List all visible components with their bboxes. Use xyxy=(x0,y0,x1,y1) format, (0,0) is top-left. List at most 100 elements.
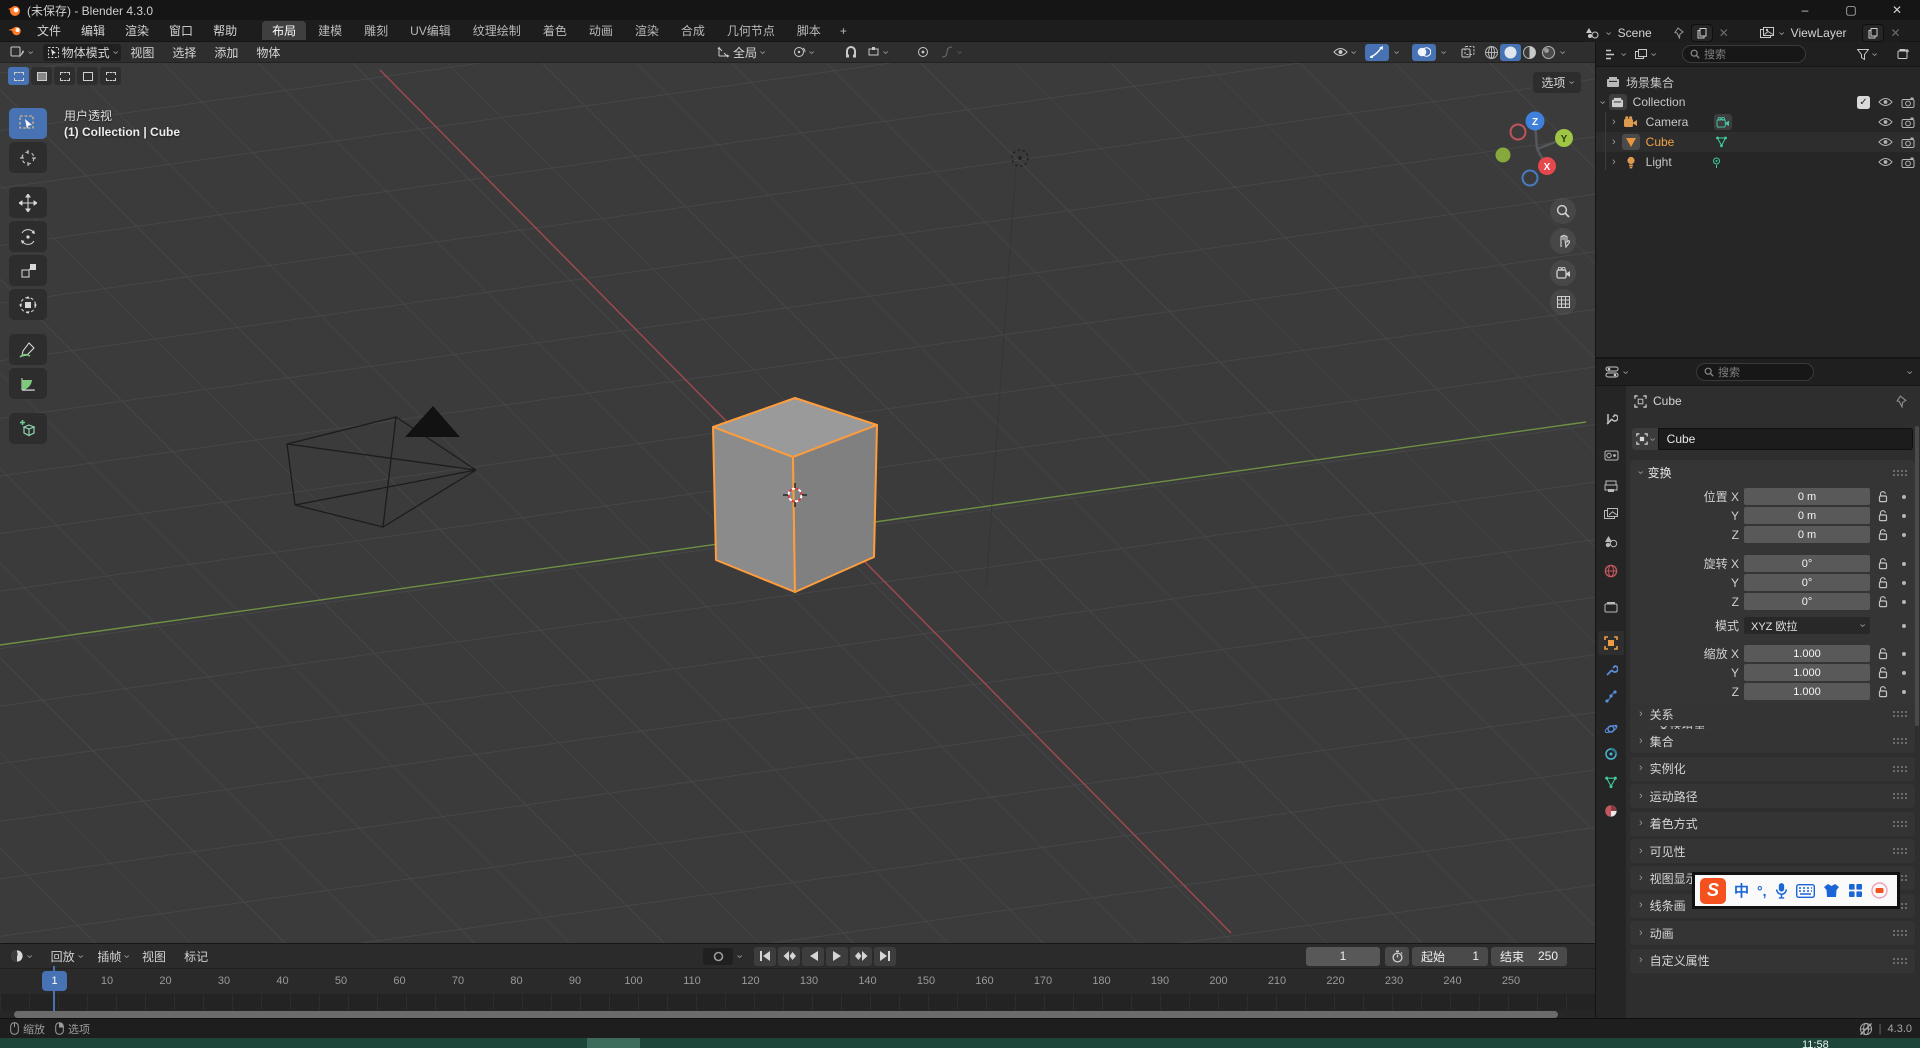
tab-layout[interactable]: 布局 xyxy=(262,21,307,40)
lock-icon[interactable] xyxy=(1878,685,1888,698)
camera-view-icon[interactable] xyxy=(1550,260,1576,286)
remove-viewlayer-icon[interactable]: ✕ xyxy=(1890,26,1900,40)
unlink-scene-icon[interactable]: ✕ xyxy=(1719,26,1729,40)
lock-icon[interactable] xyxy=(1878,490,1888,503)
properties-panel-collapsed[interactable]: › 集合 xyxy=(1630,729,1915,754)
hide-eye-icon[interactable] xyxy=(1878,157,1893,167)
loc-x-field[interactable]: 0 m xyxy=(1744,488,1870,505)
editor-type-button[interactable]: › xyxy=(5,44,37,61)
ime-punct-indicator[interactable]: °, xyxy=(1757,883,1767,899)
rot-z-field[interactable]: 0° xyxy=(1744,593,1870,610)
viewport-options-button[interactable]: 选项 › xyxy=(1533,72,1581,93)
light-row[interactable]: › Light xyxy=(1596,152,1920,172)
jump-to-end-button[interactable] xyxy=(874,946,896,966)
panel-drag-dots[interactable] xyxy=(1892,710,1907,718)
properties-panel-collapsed[interactable]: › 着色方式 xyxy=(1630,811,1915,836)
zoom-view-icon[interactable] xyxy=(1550,198,1576,224)
tab-material[interactable] xyxy=(1598,799,1624,823)
hide-eye-icon[interactable] xyxy=(1878,97,1893,107)
scale-z-field[interactable]: 1.000 xyxy=(1744,683,1870,700)
gizmos-toggle[interactable] xyxy=(1365,43,1389,61)
animate-dot[interactable] xyxy=(1902,494,1906,499)
outliner-search[interactable]: 搜索 xyxy=(1682,45,1806,63)
timeline-menu-marker[interactable]: 标记 xyxy=(175,948,217,965)
timeline-track-area[interactable] xyxy=(0,994,1595,1010)
tab-collection[interactable] xyxy=(1598,595,1624,619)
panel-drag-dots[interactable] xyxy=(1892,792,1907,801)
panel-drag-dots[interactable] xyxy=(1892,819,1907,828)
animate-dot[interactable] xyxy=(1902,513,1906,518)
minimize-button[interactable]: – xyxy=(1782,0,1828,20)
tab-animation[interactable]: 动画 xyxy=(579,21,623,40)
snap-toggle[interactable] xyxy=(840,44,862,61)
camera-row[interactable]: › Camera xyxy=(1596,112,1920,132)
scale-y-field[interactable]: 1.000 xyxy=(1744,664,1870,681)
tool-scale[interactable] xyxy=(9,255,47,286)
animate-dot[interactable] xyxy=(1902,599,1906,604)
panel-drag-dots[interactable] xyxy=(1892,956,1907,965)
new-viewlayer-button[interactable] xyxy=(1862,24,1885,42)
ime-wechat-icon[interactable] xyxy=(1870,882,1888,899)
use-preview-range-toggle[interactable] xyxy=(1385,946,1409,966)
lock-icon[interactable] xyxy=(1878,528,1888,541)
viewport-menu-select[interactable]: 选择 xyxy=(163,44,205,61)
collection-expand-icon[interactable]: › xyxy=(1596,100,1608,104)
next-keyframe-button[interactable] xyxy=(850,946,872,966)
overlays-toggle[interactable] xyxy=(1412,43,1436,61)
select-mode-subtract[interactable] xyxy=(54,67,75,85)
play-reverse-button[interactable] xyxy=(802,946,824,966)
properties-panel-collapsed[interactable]: › 实例化 xyxy=(1630,756,1915,781)
auto-keying-toggle[interactable] xyxy=(703,947,733,965)
menu-file[interactable]: 文件 xyxy=(27,20,71,42)
cube-expand-icon[interactable]: › xyxy=(1612,136,1616,148)
tab-texture-paint[interactable]: 纹理绘制 xyxy=(463,21,531,40)
frame-end-field[interactable]: 结束 250 xyxy=(1491,946,1567,966)
auto-keying-dropdown[interactable]: › xyxy=(733,954,745,958)
loc-z-field[interactable]: 0 m xyxy=(1744,526,1870,543)
lock-icon[interactable] xyxy=(1878,647,1888,660)
visibility-dropdown[interactable]: › xyxy=(1328,44,1360,61)
menu-help[interactable]: 帮助 xyxy=(203,20,247,42)
ime-toolbar[interactable]: S 中 °, xyxy=(1692,872,1900,909)
properties-editor-type-button[interactable]: › xyxy=(1600,364,1632,381)
timeline-menu-view[interactable]: 视图 xyxy=(133,948,175,965)
viewport-menu-object[interactable]: 物体 xyxy=(247,44,289,61)
panel-drag-dots[interactable] xyxy=(1892,847,1907,855)
overlays-dropdown[interactable]: › xyxy=(1437,50,1449,54)
tab-shading[interactable]: 着色 xyxy=(533,21,577,40)
tab-view-layer[interactable] xyxy=(1598,502,1624,526)
playhead[interactable]: 1 xyxy=(42,971,67,991)
taskbar-open-app-indicator[interactable] xyxy=(587,1038,640,1048)
proportional-falloff-dropdown[interactable]: › xyxy=(936,44,966,61)
menu-window[interactable]: 窗口 xyxy=(159,20,203,42)
pivot-point-dropdown[interactable]: › xyxy=(788,44,818,61)
tab-uv-editing[interactable]: UV编辑 xyxy=(400,21,461,40)
lock-icon[interactable] xyxy=(1878,666,1888,679)
menu-render[interactable]: 渲染 xyxy=(115,20,159,42)
xray-toggle[interactable] xyxy=(1456,44,1480,61)
select-mode-invert[interactable] xyxy=(77,67,98,85)
viewlayer-name[interactable]: ViewLayer xyxy=(1791,26,1847,40)
select-mode-new[interactable] xyxy=(8,67,29,85)
rot-y-field[interactable]: 0° xyxy=(1744,574,1870,591)
viewport-menu-view[interactable]: 视图 xyxy=(121,44,163,61)
scene-name[interactable]: Scene xyxy=(1618,26,1652,40)
add-workspace-button[interactable]: + xyxy=(832,24,855,38)
pan-view-icon[interactable] xyxy=(1550,228,1576,254)
tool-measure[interactable] xyxy=(9,368,47,399)
ime-skin-icon[interactable] xyxy=(1823,883,1840,898)
pin-id-icon[interactable] xyxy=(1896,394,1908,408)
lock-icon[interactable] xyxy=(1878,595,1888,608)
transform-panel-header[interactable]: › 变换 xyxy=(1630,460,1915,484)
new-collection-button[interactable] xyxy=(1892,46,1915,63)
panel-drag-dots[interactable] xyxy=(1892,469,1907,477)
current-frame-field[interactable]: 1 xyxy=(1306,946,1380,966)
tab-rendering[interactable]: 渲染 xyxy=(625,21,669,40)
ime-lang-indicator[interactable]: 中 xyxy=(1734,880,1749,901)
timeline-ruler[interactable]: 10 20 30 40 50 60 70 80 90 100 110 120 130 140 150 160 1… xyxy=(0,968,1595,994)
transform-orientation-dropdown[interactable]: 全局 › xyxy=(712,44,769,61)
tool-transform[interactable] xyxy=(9,289,47,320)
shading-material-button[interactable] xyxy=(1519,44,1540,61)
select-mode-intersect[interactable] xyxy=(100,67,121,85)
tab-render[interactable] xyxy=(1598,443,1624,467)
